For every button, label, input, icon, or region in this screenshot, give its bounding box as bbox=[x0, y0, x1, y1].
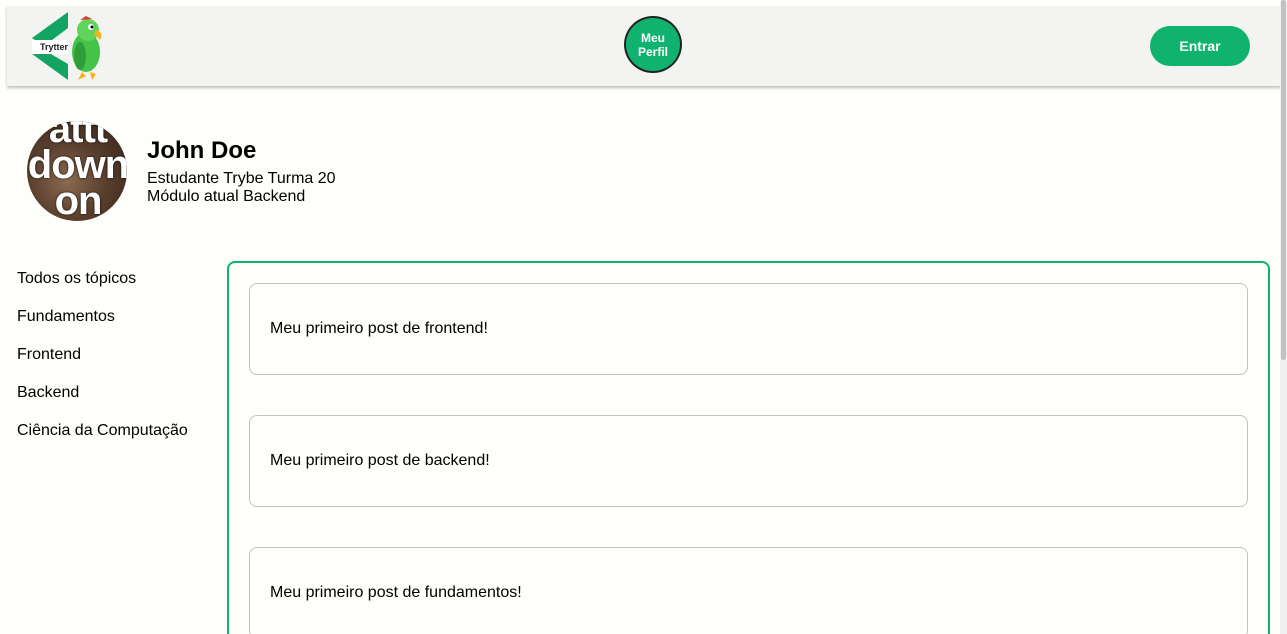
top-header: Trytter Meu Perfil Entrar bbox=[7, 6, 1280, 86]
avatar-image-text: attt down on bbox=[27, 121, 127, 221]
topics-sidebar: Todos os tópicos Fundamentos Frontend Ba… bbox=[17, 270, 217, 460]
tryitter-logo[interactable]: Trytter bbox=[30, 10, 106, 82]
topic-backend[interactable]: Backend bbox=[17, 384, 217, 422]
post-text: Meu primeiro post de fundamentos! bbox=[270, 584, 522, 601]
post-card[interactable]: Meu primeiro post de fundamentos! bbox=[249, 547, 1248, 634]
my-profile-button-label: Meu Perfil bbox=[637, 30, 668, 59]
scrollbar-thumb[interactable] bbox=[1281, 0, 1286, 360]
login-button[interactable]: Entrar bbox=[1150, 26, 1250, 66]
post-text: Meu primeiro post de backend! bbox=[270, 452, 490, 469]
topic-all[interactable]: Todos os tópicos bbox=[17, 270, 217, 308]
post-card[interactable]: Meu primeiro post de backend! bbox=[249, 415, 1248, 507]
topic-fundamentos[interactable]: Fundamentos bbox=[17, 308, 217, 346]
posts-feed: Meu primeiro post de frontend! Meu prime… bbox=[227, 261, 1270, 634]
post-text: Meu primeiro post de frontend! bbox=[270, 320, 488, 337]
page: Trytter Meu Perfil Entrar attt down on J… bbox=[0, 0, 1280, 634]
user-description: Estudante Trybe Turma 20 bbox=[147, 170, 336, 187]
topic-ciencia-computacao[interactable]: Ciência da Computação bbox=[17, 422, 217, 460]
user-module: Módulo atual Backend bbox=[147, 188, 306, 205]
my-profile-button[interactable]: Meu Perfil bbox=[624, 16, 682, 73]
topic-frontend[interactable]: Frontend bbox=[17, 346, 217, 384]
logo-text: Trytter bbox=[39, 42, 68, 52]
user-name: John Doe bbox=[147, 137, 257, 164]
avatar: attt down on bbox=[27, 121, 127, 221]
post-card[interactable]: Meu primeiro post de frontend! bbox=[249, 283, 1248, 375]
